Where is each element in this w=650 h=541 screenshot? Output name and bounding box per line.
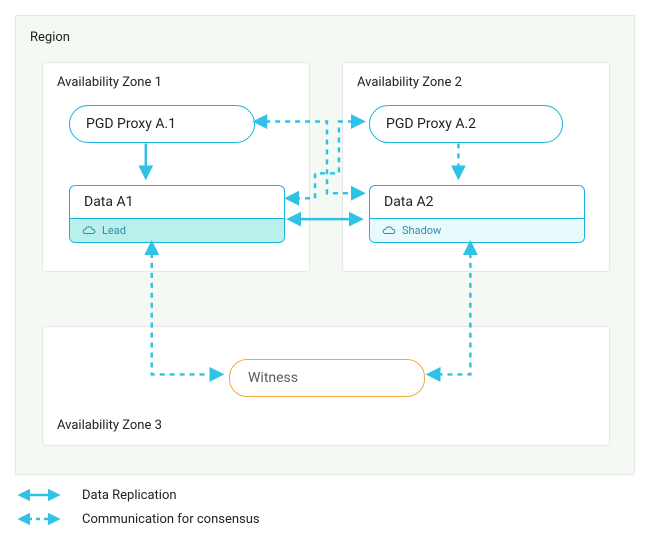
legend-row-consensus: Communication for consensus xyxy=(14,507,260,531)
data-a1-node: Data A1 Lead xyxy=(69,185,285,243)
legend: Data Replication Communication for conse… xyxy=(14,483,260,531)
legend-replication-label: Data Replication xyxy=(82,488,177,503)
data-a2-node: Data A2 Shadow xyxy=(369,185,585,243)
pgd-proxy-a2: PGD Proxy A.2 xyxy=(369,105,563,143)
region-label: Region xyxy=(30,30,70,45)
cloud-icon xyxy=(82,226,96,236)
availability-zone-3: Witness Availability Zone 3 xyxy=(42,326,610,446)
data-a1-label: Data A1 xyxy=(70,186,284,219)
cloud-icon xyxy=(382,226,396,236)
az2-label: Availability Zone 2 xyxy=(357,75,462,90)
legend-dashed-arrow-icon xyxy=(14,513,64,525)
az3-label: Availability Zone 3 xyxy=(57,418,162,433)
az1-label: Availability Zone 1 xyxy=(57,75,162,90)
region-container: Region Availability Zone 1 PGD Proxy A.1… xyxy=(15,15,635,475)
data-a1-role: Lead xyxy=(102,224,126,237)
witness-node: Witness xyxy=(229,359,425,397)
witness-label: Witness xyxy=(248,370,298,386)
legend-consensus-label: Communication for consensus xyxy=(82,512,260,527)
availability-zone-2: Availability Zone 2 PGD Proxy A.2 Data A… xyxy=(342,62,610,272)
proxy-a1-label: PGD Proxy A.1 xyxy=(86,116,176,132)
legend-row-replication: Data Replication xyxy=(14,483,260,507)
data-a2-role: Shadow xyxy=(402,224,441,237)
availability-zone-1: Availability Zone 1 PGD Proxy A.1 Data A… xyxy=(42,62,310,272)
data-a2-label: Data A2 xyxy=(370,186,584,219)
proxy-a2-label: PGD Proxy A.2 xyxy=(386,116,476,132)
legend-solid-arrow-icon xyxy=(14,489,64,501)
pgd-proxy-a1: PGD Proxy A.1 xyxy=(69,105,255,143)
